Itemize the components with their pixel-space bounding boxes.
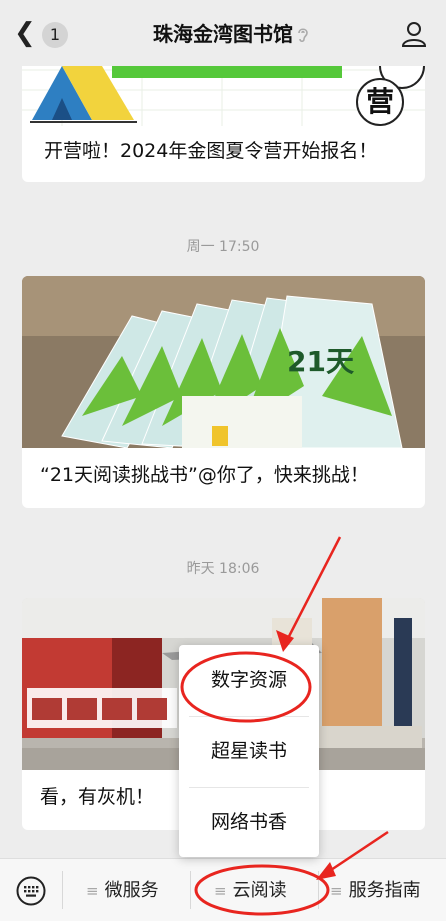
ear-icon: [298, 28, 308, 43]
keyboard-icon[interactable]: [16, 876, 46, 906]
bottom-menu-bar: ≡ 微服务 ≡ 云阅读 ≡ 服务指南: [0, 858, 446, 921]
bar-divider: [62, 871, 63, 909]
article-title: “21天阅读挑战书”@你了，快来挑战！: [40, 464, 369, 486]
submenu-popup: 数字资源 超星读书 网络书香: [179, 645, 319, 857]
article-title: 看，有灰机！: [40, 786, 155, 808]
article-card-reading-challenge[interactable]: 21天 “21天阅读挑战书”@你了，快来挑战！: [22, 276, 425, 508]
article-title: 开营啦！2024年金图夏令营开始报名！: [44, 140, 378, 162]
bar-divider: [190, 871, 191, 909]
submenu-item-network-books[interactable]: 网络书香: [179, 787, 319, 857]
menu-button-service-guide[interactable]: ≡ 服务指南: [330, 859, 421, 921]
article-cover-image: 21天: [22, 276, 425, 448]
message-timestamp: 昨天 18:06: [186, 561, 260, 577]
submenu-item-digital-resources[interactable]: 数字资源: [179, 645, 319, 715]
bar-divider: [318, 871, 319, 909]
chat-header: ❮ 1 珠海金湾图书馆: [0, 0, 446, 66]
menu-lines-icon: ≡: [214, 882, 227, 900]
page-title: 珠海金湾图书馆: [153, 22, 293, 46]
cover-text-21: 21天: [287, 345, 354, 378]
message-timestamp: 周一 17:50: [186, 239, 260, 255]
user-profile-icon[interactable]: [400, 20, 428, 48]
submenu-item-chaoxing-reading[interactable]: 超星读书: [179, 716, 319, 786]
menu-button-cloud-reading[interactable]: ≡ 云阅读: [214, 859, 287, 921]
article-card-summer-camp[interactable]: 营 开营啦！2024年金图夏令营开始报名！: [22, 66, 425, 182]
menu-lines-icon: ≡: [330, 882, 343, 900]
menu-button-micro-services[interactable]: ≡ 微服务: [86, 859, 159, 921]
camp-badge: 营: [356, 78, 404, 126]
menu-lines-icon: ≡: [86, 882, 99, 900]
